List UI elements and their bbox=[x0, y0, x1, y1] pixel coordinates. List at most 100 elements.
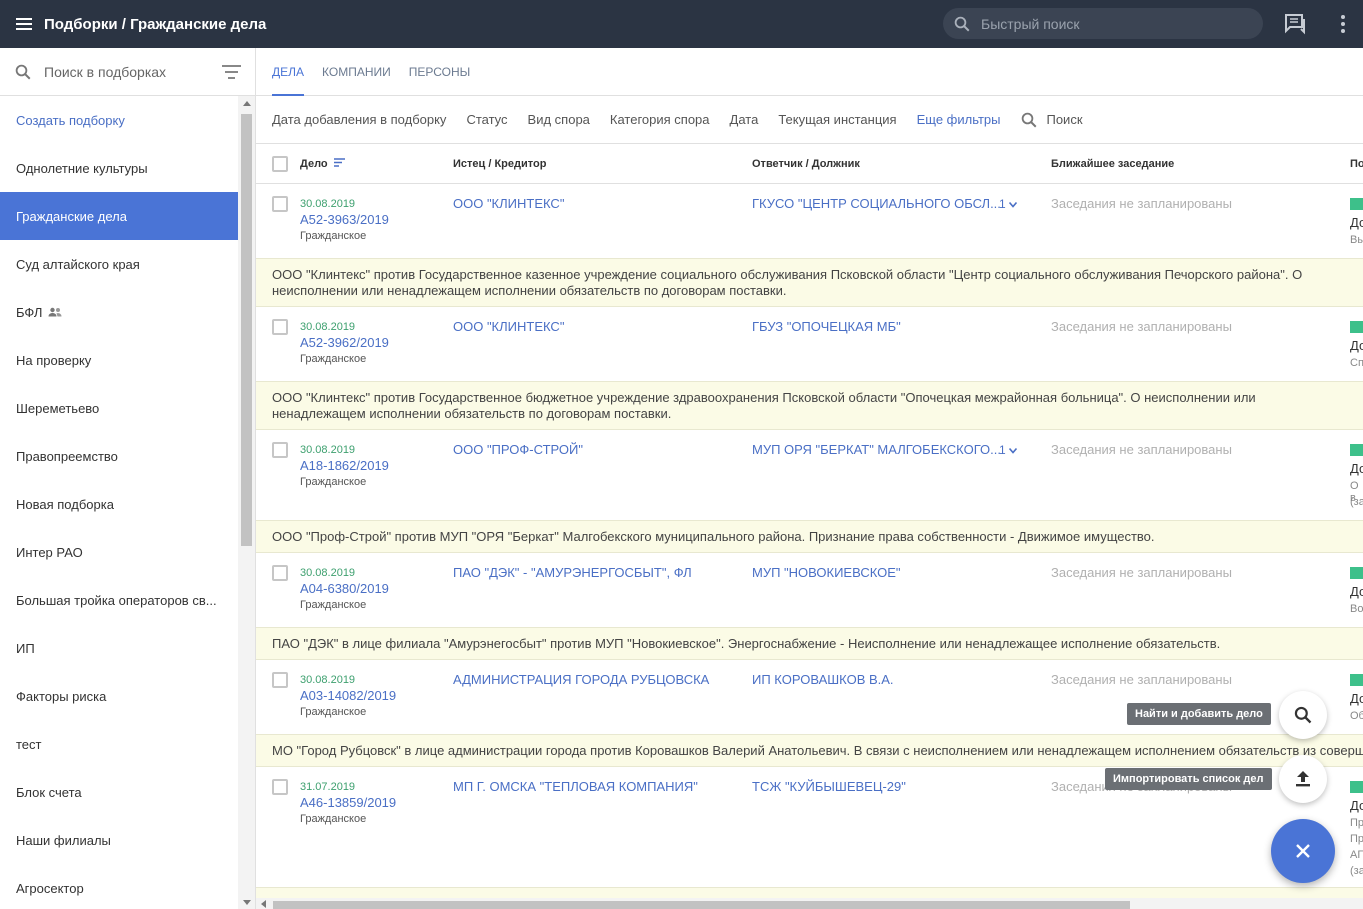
filter-date[interactable]: Дата bbox=[730, 112, 759, 127]
case-date: 30.08.2019 bbox=[300, 198, 356, 210]
chevron-down-icon bbox=[1008, 447, 1018, 454]
plaintiff-link[interactable]: ООО "ПРОФ-СТРОЙ" bbox=[453, 442, 583, 457]
plaintiff-link[interactable]: ООО "КЛИНТЕКС" bbox=[453, 319, 564, 334]
table-row[interactable]: 30.08.2019 А18-1862/2019 Гражданское ООО… bbox=[256, 430, 1363, 520]
row-checkbox[interactable] bbox=[272, 319, 288, 335]
sidebar-item[interactable]: Блок счета bbox=[0, 768, 238, 816]
sidebar-item[interactable]: Однолетние культуры bbox=[0, 144, 238, 192]
defendant-link[interactable]: ТСЖ "КУЙБЫШЕВЕЦ-29" bbox=[752, 779, 906, 794]
sidebar-item[interactable]: Агросектор bbox=[0, 864, 238, 909]
close-fab-button[interactable] bbox=[1271, 819, 1335, 883]
filter-dispute-category[interactable]: Категория спора bbox=[610, 112, 710, 127]
create-collection-button[interactable]: Создать подборку bbox=[0, 96, 238, 144]
tab-companies[interactable]: КОМПАНИИ bbox=[322, 48, 391, 96]
row-checkbox[interactable] bbox=[272, 196, 288, 212]
last-column-subtext: Пр bbox=[1350, 817, 1363, 829]
last-column-text: До bbox=[1350, 798, 1363, 813]
plaintiff-link[interactable]: МП Г. ОМСКА "ТЕПЛОВАЯ КОМПАНИЯ" bbox=[453, 779, 698, 794]
status-badge bbox=[1350, 674, 1363, 686]
scroll-down-icon[interactable] bbox=[243, 900, 251, 905]
case-date: 30.08.2019 bbox=[300, 321, 356, 333]
filter-status[interactable]: Статус bbox=[466, 112, 507, 127]
sidebar-item[interactable]: тест bbox=[0, 720, 238, 768]
sidebar-item[interactable]: Интер РАО bbox=[0, 528, 238, 576]
case-date: 30.08.2019 bbox=[300, 674, 356, 686]
table-row[interactable]: 30.08.2019 А04-6380/2019 Гражданское ПАО… bbox=[256, 553, 1363, 627]
quick-search-input[interactable] bbox=[981, 15, 1241, 32]
case-number-link[interactable]: А46-13859/2019 bbox=[300, 795, 396, 810]
case-number-link[interactable]: А52-3963/2019 bbox=[300, 212, 389, 227]
table-search[interactable]: Поиск bbox=[1020, 111, 1083, 129]
more-vert-icon[interactable] bbox=[1333, 12, 1353, 36]
column-header-plaintiff[interactable]: Истец / Кредитор bbox=[453, 158, 546, 170]
sidebar-item[interactable]: ИП bbox=[0, 624, 238, 672]
sidebar-item[interactable]: Наши филиалы bbox=[0, 816, 238, 864]
column-header-last[interactable]: По bbox=[1350, 158, 1363, 170]
scroll-up-icon[interactable] bbox=[243, 101, 251, 106]
table-row[interactable]: 30.08.2019 А52-3962/2019 Гражданское ООО… bbox=[256, 307, 1363, 381]
defendant-link[interactable]: МУП ОРЯ "БЕРКАТ" МАЛГОБЕКСКОГО... bbox=[752, 442, 1001, 457]
more-parties-toggle[interactable]: 1 bbox=[999, 197, 1018, 211]
tab-cases[interactable]: ДЕЛА bbox=[272, 48, 305, 96]
page-title: Подборки / Гражданские дела bbox=[44, 15, 267, 33]
tab-persons[interactable]: ПЕРСОНЫ bbox=[409, 48, 471, 96]
sidebar-item[interactable]: Шереметьево bbox=[0, 384, 238, 432]
scrollbar-thumb[interactable] bbox=[241, 114, 252, 546]
column-header-hearing[interactable]: Ближайшее заседание bbox=[1051, 158, 1174, 170]
sort-filter-icon[interactable] bbox=[222, 65, 242, 79]
more-filters-button[interactable]: Еще фильтры bbox=[917, 112, 1001, 127]
horizontal-scrollbar[interactable] bbox=[256, 898, 1363, 909]
case-type: Гражданское bbox=[300, 813, 367, 825]
row-checkbox[interactable] bbox=[272, 672, 288, 688]
sidebar-item[interactable]: Факторы риска bbox=[0, 672, 238, 720]
scroll-left-icon[interactable] bbox=[261, 900, 266, 908]
plaintiff-link[interactable]: АДМИНИСТРАЦИЯ ГОРОДА РУБЦОВСКА bbox=[453, 672, 709, 687]
more-parties-toggle[interactable]: 1 bbox=[999, 443, 1018, 457]
column-header-case[interactable]: Дело bbox=[300, 158, 345, 170]
filter-dispute-type[interactable]: Вид спора bbox=[528, 112, 590, 127]
sidebar-item[interactable]: Большая тройка операторов св... bbox=[0, 576, 238, 624]
sidebar-item[interactable]: БФЛ bbox=[0, 288, 238, 336]
sidebar-scrollbar[interactable] bbox=[238, 96, 255, 909]
defendant-link[interactable]: ИП КОРОВАШКОВ В.А. bbox=[752, 672, 894, 687]
filter-instance[interactable]: Текущая инстанция bbox=[778, 112, 896, 127]
status-badge bbox=[1350, 321, 1363, 333]
case-number-link[interactable]: А04-6380/2019 bbox=[300, 581, 389, 596]
sidebar-item-active[interactable]: Гражданские дела bbox=[0, 192, 238, 240]
case-number-link[interactable]: А18-1862/2019 bbox=[300, 458, 389, 473]
case-number-link[interactable]: А52-3962/2019 bbox=[300, 335, 389, 350]
sidebar-item[interactable]: На проверку bbox=[0, 336, 238, 384]
sidebar-search-input[interactable] bbox=[44, 63, 194, 80]
sidebar-search[interactable] bbox=[0, 48, 255, 96]
quick-search[interactable] bbox=[943, 8, 1263, 39]
sidebar-item[interactable]: Правопреемство bbox=[0, 432, 238, 480]
search-icon bbox=[954, 16, 970, 31]
defendant-link[interactable]: МУП "НОВОКИЕВСКОЕ" bbox=[752, 565, 901, 580]
plaintiff-link[interactable]: ООО "КЛИНТЕКС" bbox=[453, 196, 564, 211]
sidebar-item[interactable]: Новая подборка bbox=[0, 480, 238, 528]
row-checkbox[interactable] bbox=[272, 442, 288, 458]
case-number-link[interactable]: А03-14082/2019 bbox=[300, 688, 396, 703]
sidebar-item[interactable]: Суд алтайского края bbox=[0, 240, 238, 288]
import-list-button[interactable] bbox=[1279, 755, 1327, 803]
scrollbar-thumb[interactable] bbox=[273, 901, 1130, 909]
menu-icon bbox=[16, 18, 32, 30]
find-case-button[interactable] bbox=[1279, 691, 1327, 739]
select-all-checkbox[interactable] bbox=[272, 156, 288, 172]
case-date: 31.07.2019 bbox=[300, 781, 356, 793]
row-checkbox[interactable] bbox=[272, 779, 288, 795]
menu-button[interactable] bbox=[0, 0, 48, 48]
table-row[interactable]: 30.08.2019 А52-3963/2019 Гражданское ООО… bbox=[256, 184, 1363, 258]
defendant-link[interactable]: ГБУЗ "ОПОЧЕЦКАЯ МБ" bbox=[752, 319, 901, 334]
column-header-defendant[interactable]: Ответчик / Должник bbox=[752, 158, 860, 170]
last-column-subtext: (за bbox=[1350, 496, 1363, 508]
filter-date-added[interactable]: Дата добавления в подборку bbox=[272, 112, 446, 127]
chevron-down-icon bbox=[1008, 201, 1018, 208]
status-badge bbox=[1350, 444, 1363, 456]
defendant-link[interactable]: ГКУСО "ЦЕНТР СОЦИАЛЬНОГО ОБСЛ... bbox=[752, 196, 1001, 211]
plaintiff-link[interactable]: ПАО "ДЭК" - "АМУРЭНЕРГОСБЫТ", ФЛ bbox=[453, 565, 692, 580]
last-column-subtext: (за bbox=[1350, 865, 1363, 877]
chat-button[interactable] bbox=[1283, 12, 1307, 36]
last-column-text: До bbox=[1350, 461, 1363, 476]
row-checkbox[interactable] bbox=[272, 565, 288, 581]
